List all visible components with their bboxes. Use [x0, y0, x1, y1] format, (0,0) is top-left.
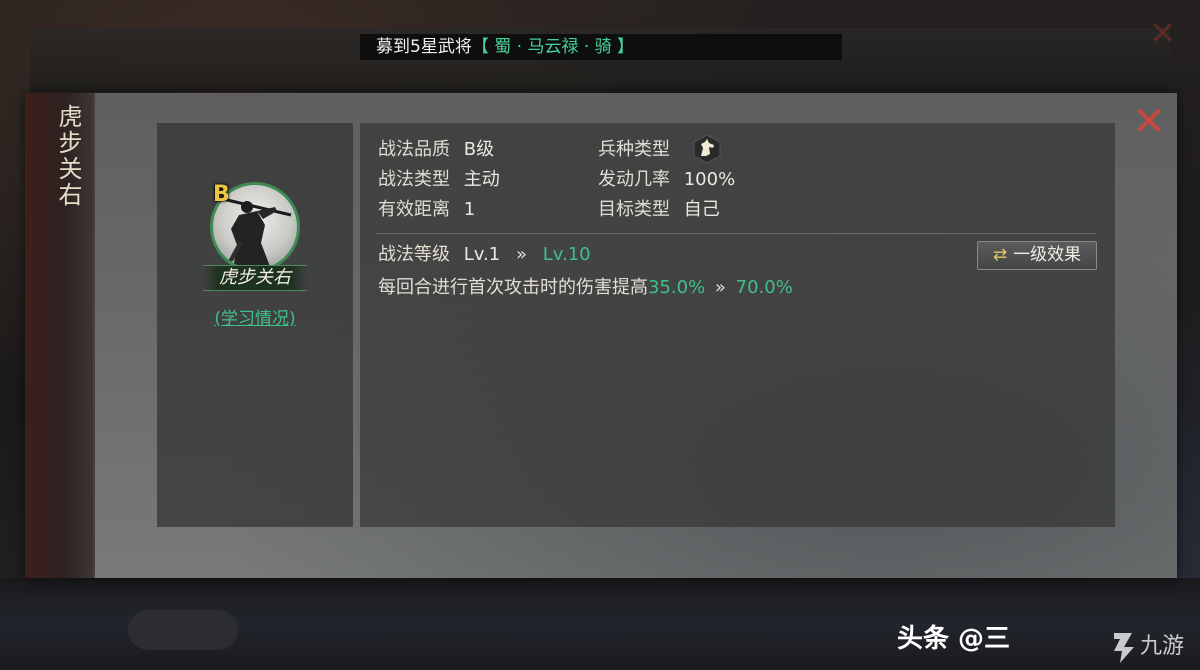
watermark-text: 头条 @三: [897, 624, 1011, 654]
type-value: 主动: [463, 169, 500, 190]
effect-text: 每回合进行首次攻击时的伤害提高: [378, 277, 648, 298]
target-value: 自己: [683, 199, 720, 220]
trigger-rate-value: 100%: [683, 169, 736, 190]
trigger-rate-label: 发动几率: [598, 169, 670, 190]
effect-value-current: 35.0%: [648, 277, 706, 298]
swap-arrows-icon: ⇄: [992, 245, 1008, 265]
switch-effect-label: 一级效果: [1013, 245, 1082, 265]
recruit-notification-ticker: 募到5星武将【 蜀 · 马云禄 · 骑 】: [360, 34, 842, 60]
effect-arrow-icon: »: [714, 277, 726, 298]
troop-type-row: 兵种类型: [598, 138, 670, 162]
type-row: 战法类型 主动: [378, 168, 500, 192]
ticker-prefix: 募到5星武将: [376, 37, 472, 57]
quality-label: 战法品质: [378, 139, 450, 160]
quality-value: B级: [463, 139, 495, 160]
target-label: 目标类型: [598, 199, 670, 220]
type-label: 战法类型: [378, 169, 450, 190]
learn-status-link[interactable]: (学习情况): [157, 304, 353, 329]
range-label: 有效距离: [378, 199, 450, 220]
detail-divider: [376, 233, 1096, 234]
dialog-side-title: 虎步关右: [54, 104, 82, 208]
skill-name-banner: 虎步关右: [203, 265, 307, 291]
troop-type-label: 兵种类型: [598, 139, 670, 160]
range-value: 1: [463, 199, 476, 220]
effect-description: 每回合进行首次攻击时的伤害提高35.0% » 70.0%: [378, 276, 793, 300]
skill-level-row: 战法等级 Lv.1 » Lv.10: [378, 243, 591, 267]
switch-effect-button[interactable]: ⇄ 一级效果: [977, 241, 1097, 270]
cavalry-horse-icon: [692, 134, 722, 164]
skill-grade-badge: B: [213, 182, 230, 207]
target-row: 目标类型 自己: [598, 198, 720, 222]
close-button[interactable]: ✕: [1130, 102, 1168, 142]
background-bottom-item: [128, 610, 238, 650]
trigger-rate-row: 发动几率 100%: [598, 168, 735, 192]
range-row: 有效距离 1: [378, 198, 475, 222]
svg-text:九游: 九游: [1140, 634, 1184, 659]
skill-level-label: 战法等级: [378, 244, 450, 265]
level-current: Lv.1: [463, 244, 501, 265]
ticker-general-name: 【 蜀 · 马云禄 · 骑 】: [471, 37, 635, 57]
quality-row: 战法品质 B级: [378, 138, 494, 162]
close-x-icon: ✕: [1132, 99, 1166, 145]
jiuyou-logo: 九游: [1110, 625, 1196, 665]
background-close-icon: ✕: [1149, 14, 1176, 52]
level-arrow-icon: »: [515, 244, 527, 265]
effect-value-max: 70.0%: [735, 277, 793, 298]
level-max: Lv.10: [542, 244, 591, 265]
